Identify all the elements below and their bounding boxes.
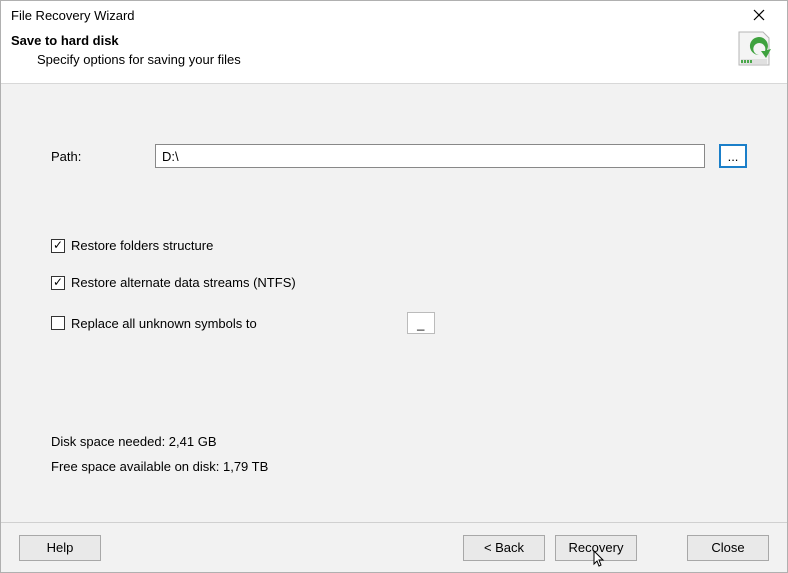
disk-space-needed: Disk space needed: 2,41 GB <box>51 434 747 449</box>
page-subtitle: Specify options for saving your files <box>37 52 777 67</box>
back-button[interactable]: < Back <box>463 535 545 561</box>
disk-free-space: Free space available on disk: 1,79 TB <box>51 459 747 474</box>
restore-ads-checkbox[interactable] <box>51 276 65 290</box>
restore-folders-checkbox[interactable] <box>51 239 65 253</box>
replace-symbols-label: Replace all unknown symbols to <box>71 316 257 331</box>
replace-symbols-checkbox[interactable] <box>51 316 65 330</box>
page-title: Save to hard disk <box>11 33 777 48</box>
recovery-button[interactable]: Recovery <box>555 535 637 561</box>
window-title: File Recovery Wizard <box>11 8 739 23</box>
restore-ads-label: Restore alternate data streams (NTFS) <box>71 275 296 290</box>
restore-folders-label: Restore folders structure <box>71 238 213 253</box>
help-button[interactable]: Help <box>19 535 101 561</box>
path-label: Path: <box>51 149 141 164</box>
hard-disk-icon <box>733 29 775 76</box>
replace-symbols-input[interactable] <box>407 312 435 334</box>
browse-button[interactable]: ... <box>719 144 747 168</box>
close-icon[interactable] <box>739 3 779 27</box>
path-input[interactable] <box>155 144 705 168</box>
close-button[interactable]: Close <box>687 535 769 561</box>
